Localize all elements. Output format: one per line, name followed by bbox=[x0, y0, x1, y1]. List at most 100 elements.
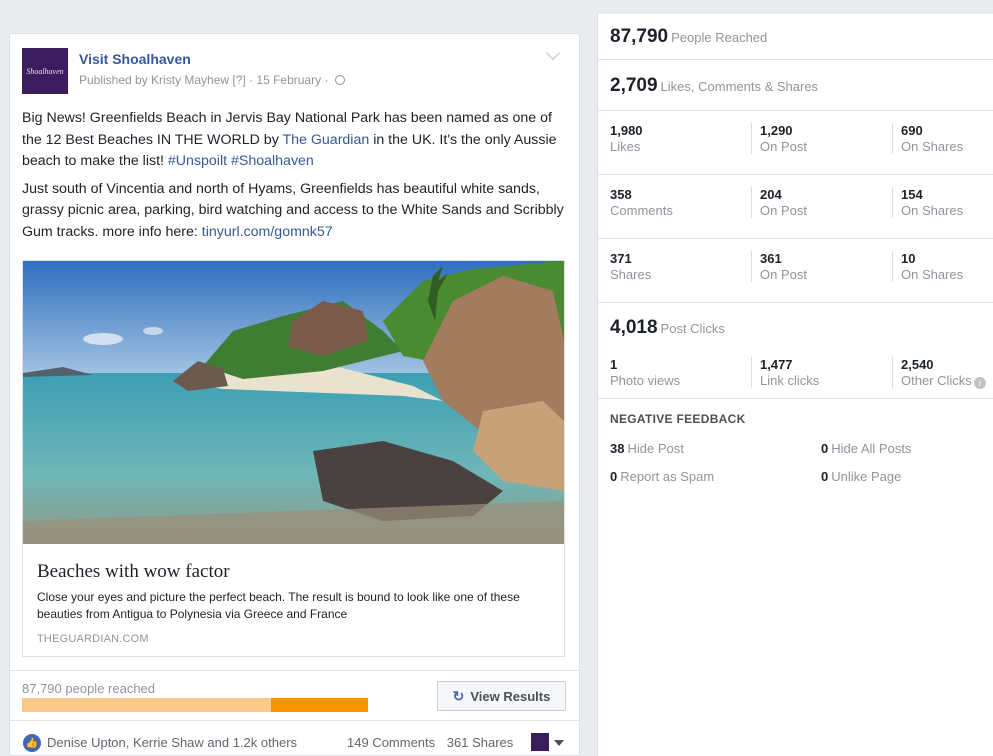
stat-label: On Post bbox=[760, 203, 807, 218]
people-reached-block: 87,790 People Reached bbox=[598, 14, 993, 60]
guardian-link[interactable]: The Guardian bbox=[282, 132, 369, 148]
tinyurl-link[interactable]: tinyurl.com/gomnk57 bbox=[202, 224, 333, 240]
shares-on-shares: 10 On Shares bbox=[892, 251, 963, 282]
reach-bar-organic bbox=[22, 698, 272, 712]
stat-value: 10 bbox=[901, 251, 916, 266]
stat-value: 1 bbox=[610, 357, 618, 372]
info-icon[interactable]: i bbox=[973, 377, 986, 389]
post-clicks-total: 4,018 Post Clicks bbox=[610, 317, 725, 339]
engagement-label: Likes, Comments & Shares bbox=[660, 79, 819, 94]
likes-on-post: 1,290 On Post bbox=[751, 123, 807, 154]
chevron-down-icon[interactable] bbox=[545, 45, 561, 61]
hide-post-stat: 38 Hide Post bbox=[610, 441, 684, 456]
likers-link[interactable]: Denise Upton, Kerrie Shaw and 1.2k other… bbox=[47, 735, 297, 750]
refresh-icon: ↻ bbox=[452, 687, 465, 704]
post-paragraph-2: Just south of Vincentia and north of Hya… bbox=[22, 179, 566, 244]
engagement-value: 2,709 bbox=[610, 75, 658, 96]
stat-label: On Shares bbox=[901, 139, 964, 154]
post-clicks-block: 4,018 Post Clicks 1 Photo views 1,477 Link … bbox=[598, 303, 993, 399]
likes-on-shares: 690 On Shares bbox=[892, 123, 963, 154]
stat-value: 1,290 bbox=[760, 123, 793, 138]
reach-bar bbox=[22, 698, 368, 712]
post-insights-panel: 87,790 People Reached 2,709 Likes, Comment… bbox=[597, 14, 993, 756]
stat-label: Photo views bbox=[610, 373, 681, 388]
stat-value: 358 bbox=[610, 187, 632, 202]
other-clicks-label: Other Clicks bbox=[901, 373, 972, 388]
stat-value: 0 bbox=[610, 469, 618, 484]
preview-title[interactable]: Beaches with wow factor bbox=[37, 561, 230, 583]
avatar-logo-text: Shoalhaven bbox=[26, 66, 64, 76]
stat-label: Hide Post bbox=[627, 441, 684, 456]
preview-domain: THEGUARDIAN.COM bbox=[37, 633, 149, 645]
post-meta: Published by Kristy Mayhew [?] · 15 Febr… bbox=[79, 73, 345, 87]
page-avatar[interactable]: Shoalhaven bbox=[22, 48, 68, 94]
view-results-label: View Results bbox=[470, 688, 551, 704]
page-selector-avatar[interactable] bbox=[531, 733, 549, 751]
reach-row: 87,790 people reached ↻ View Results bbox=[10, 670, 579, 720]
post-clicks-value: 4,018 bbox=[610, 317, 658, 338]
stat-value: 204 bbox=[760, 187, 782, 202]
post-card: Shoalhaven Visit Shoalhaven Published by… bbox=[9, 33, 580, 756]
engagement-total: 2,709 Likes, Comments & Shares bbox=[610, 75, 818, 97]
stat-label: On Shares bbox=[901, 203, 964, 218]
stat-label: Shares bbox=[610, 267, 652, 282]
stat-value: 2,540 bbox=[901, 357, 934, 372]
like-icon: 👍 bbox=[23, 734, 41, 752]
stat-value: 1,477 bbox=[760, 357, 793, 372]
stat-value: 361 bbox=[760, 251, 782, 266]
shares-count-link[interactable]: 361 Shares bbox=[447, 735, 514, 750]
shares-total: 371 Shares bbox=[610, 251, 651, 282]
shares-breakdown-row: 371 Shares 361 On Post 10 On Shares bbox=[598, 239, 993, 303]
social-summary-row: 👍 Denise Upton, Kerrie Shaw and 1.2k oth… bbox=[10, 720, 579, 755]
stat-value: 0 bbox=[821, 441, 829, 456]
stat-label: Comments bbox=[610, 203, 673, 218]
stat-label: On Post bbox=[760, 139, 807, 154]
stat-label: On Shares bbox=[901, 267, 964, 282]
stat-label: Hide All Posts bbox=[831, 441, 912, 456]
unlike-page-stat: 0 Unlike Page bbox=[821, 469, 901, 484]
link-clicks: 1,477 Link clicks bbox=[751, 357, 819, 388]
reach-bar-paid bbox=[271, 698, 368, 712]
people-reached-label: People Reached bbox=[671, 30, 768, 45]
comments-on-post: 204 On Post bbox=[751, 187, 807, 218]
reach-text: 87,790 people reached bbox=[22, 681, 156, 696]
stat-label: Link clicks bbox=[760, 373, 820, 388]
page-name-link[interactable]: Visit Shoalhaven bbox=[79, 51, 191, 67]
stat-label: Report as Spam bbox=[620, 469, 715, 484]
stat-label: Likes bbox=[610, 139, 641, 154]
globe-icon bbox=[334, 75, 345, 85]
stat-value: 1,980 bbox=[610, 123, 643, 138]
comments-count-link[interactable]: 149 Comments bbox=[347, 735, 435, 750]
post-meta-text: Published by Kristy Mayhew [?] · 15 Febr… bbox=[79, 73, 329, 87]
stat-value: 0 bbox=[821, 469, 829, 484]
shares-on-post: 361 On Post bbox=[751, 251, 807, 282]
hide-all-posts-stat: 0 Hide All Posts bbox=[821, 441, 911, 456]
negative-feedback-title: NEGATIVE FEEDBACK bbox=[610, 412, 746, 426]
stat-label: Unlike Page bbox=[831, 469, 902, 484]
post-clicks-label: Post Clicks bbox=[660, 321, 725, 336]
comments-breakdown-row: 358 Comments 204 On Post 154 On Shares bbox=[598, 175, 993, 239]
likes-total: 1,980 Likes bbox=[610, 123, 643, 154]
stat-value: 690 bbox=[901, 123, 923, 138]
caret-down-icon[interactable] bbox=[554, 740, 564, 746]
stat-value: 371 bbox=[610, 251, 632, 266]
people-reached-value: 87,790 bbox=[610, 26, 669, 47]
stat-label: Other Clicks i bbox=[901, 373, 986, 389]
engagement-block: 2,709 Likes, Comments & Shares bbox=[598, 60, 993, 111]
likes-breakdown-row: 1,980 Likes 1,290 On Post 690 On Shares bbox=[598, 111, 993, 175]
engagement-counts: 149 Comments 361 Shares bbox=[347, 735, 513, 750]
stat-value: 38 bbox=[610, 441, 625, 456]
photo-views: 1 Photo views bbox=[610, 357, 680, 388]
view-results-button[interactable]: ↻ View Results bbox=[437, 681, 566, 711]
comments-on-shares: 154 On Shares bbox=[892, 187, 963, 218]
beach-photo[interactable] bbox=[23, 261, 564, 544]
preview-description: Close your eyes and picture the perfect … bbox=[37, 590, 520, 621]
other-clicks: 2,540 Other Clicks i bbox=[892, 357, 986, 389]
link-preview-card[interactable]: Beaches with wow factor Close your eyes … bbox=[22, 260, 565, 657]
beach-illustration bbox=[23, 261, 564, 544]
people-reached: 87,790 People Reached bbox=[610, 26, 767, 48]
stat-label: On Post bbox=[760, 267, 807, 282]
comments-total: 358 Comments bbox=[610, 187, 673, 218]
hashtag-links[interactable]: #Unspoilt #Shoalhaven bbox=[168, 153, 314, 169]
post-paragraph-1: Big News! Greenfields Beach in Jervis Ba… bbox=[22, 108, 566, 173]
